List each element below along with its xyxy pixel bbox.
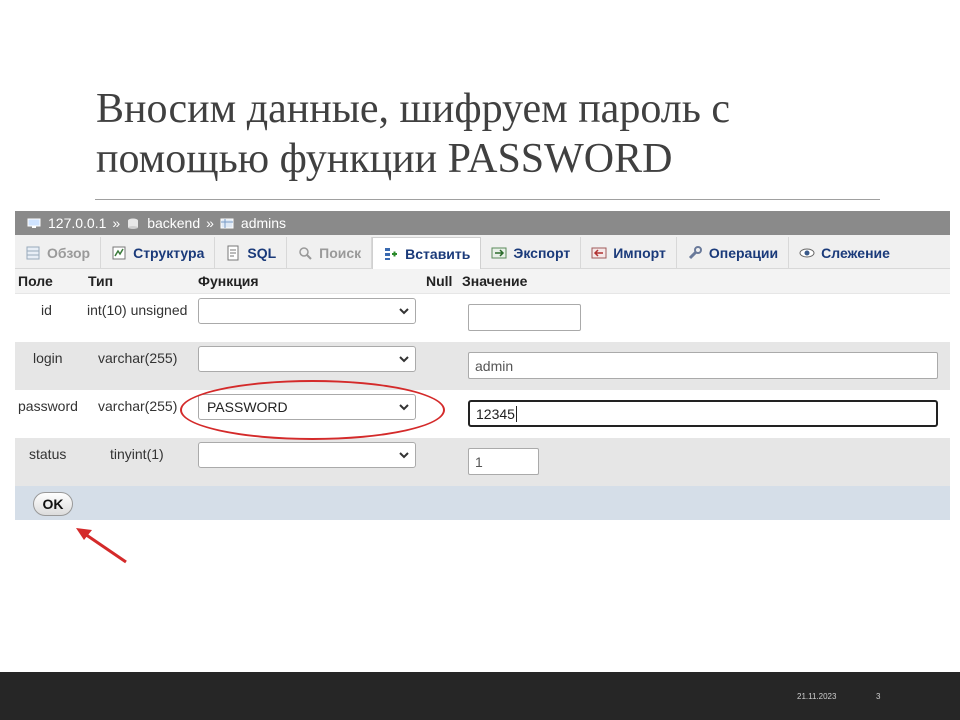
form-footer: OK: [15, 486, 950, 520]
ok-button[interactable]: OK: [33, 492, 73, 516]
breadcrumb-server[interactable]: 127.0.0.1: [48, 215, 106, 231]
field-type: tinyint(1): [110, 446, 164, 462]
slide-title-line-1: Вносим данные, шифруем пароль с: [96, 86, 731, 132]
function-select[interactable]: [198, 346, 416, 372]
slide-date: 21.11.2023: [797, 692, 837, 701]
tab-label: Экспорт: [513, 245, 571, 261]
function-select[interactable]: [198, 298, 416, 324]
tab-search[interactable]: Поиск: [287, 237, 373, 269]
eye-icon: [799, 248, 815, 258]
chevron-down-icon: [399, 356, 409, 363]
breadcrumb: 127.0.0.1 » backend » admins: [15, 211, 950, 235]
server-icon: [27, 218, 41, 228]
annotation-arrow: [76, 528, 127, 564]
chevron-down-icon: [399, 308, 409, 315]
tab-label: Структура: [133, 245, 205, 261]
export-icon: [491, 247, 507, 259]
field-name: id: [41, 302, 52, 318]
tab-label: Импорт: [613, 245, 666, 261]
field-type: varchar(255): [98, 350, 178, 366]
table-row: status tinyint(1) 1: [15, 438, 950, 486]
tab-browse[interactable]: Обзор: [15, 237, 102, 269]
text-caret: [515, 405, 517, 422]
annotation-ellipse: [180, 380, 445, 440]
field-type: varchar(255): [98, 398, 178, 414]
tab-export[interactable]: Экспорт: [481, 237, 582, 269]
table-icon: [220, 218, 234, 228]
tab-structure[interactable]: Структура: [101, 237, 216, 269]
tab-sql[interactable]: SQL: [215, 237, 288, 269]
tab-tracking[interactable]: Слежение: [789, 237, 900, 269]
tab-import[interactable]: Импорт: [581, 237, 677, 269]
slide-title: Вносим данные, шифруем пароль с помощью …: [96, 84, 886, 184]
structure-icon: [112, 246, 126, 260]
database-icon: [128, 218, 139, 229]
function-select[interactable]: [198, 442, 416, 468]
breadcrumb-separator: »: [206, 215, 214, 231]
header-function: Функция: [198, 273, 259, 289]
search-icon: [299, 247, 312, 260]
tab-label: Слежение: [821, 245, 890, 261]
value-input-text: 1: [475, 453, 483, 470]
field-name: login: [33, 350, 63, 366]
header-field: Поле: [18, 273, 53, 289]
tab-insert[interactable]: Вставить: [372, 237, 482, 269]
breadcrumb-database[interactable]: backend: [147, 215, 200, 231]
header-value: Значение: [462, 273, 528, 289]
phpmyadmin-screenshot: 127.0.0.1 » backend » admins Обзор Струк…: [15, 211, 950, 526]
tab-label: SQL: [247, 245, 277, 261]
value-input[interactable]: 1: [468, 448, 539, 475]
sql-icon: [227, 245, 239, 261]
table-row: id int(10) unsigned: [15, 294, 950, 342]
slide-page-number: 3: [876, 692, 881, 701]
tab-label: Поиск: [319, 245, 362, 261]
tab-label: Операции: [708, 245, 779, 261]
value-input-text: admin: [475, 357, 514, 374]
tab-operations[interactable]: Операции: [677, 237, 790, 269]
breadcrumb-separator: »: [112, 215, 121, 231]
wrench-icon: [688, 246, 702, 260]
value-input-text: 12345: [476, 405, 515, 422]
field-name: status: [29, 446, 67, 462]
chevron-down-icon: [399, 452, 409, 459]
tab-label: Вставить: [405, 245, 471, 262]
tab-label: Обзор: [47, 245, 91, 261]
slide-title-line-2: помощью функции PASSWORD: [96, 136, 673, 182]
browse-icon: [26, 246, 40, 260]
insert-icon: [385, 247, 398, 260]
value-input[interactable]: [468, 304, 581, 331]
field-name: password: [18, 398, 78, 414]
table-header: Поле Тип Функция Null Значение: [15, 269, 950, 294]
import-icon: [591, 247, 607, 259]
value-input[interactable]: 12345: [468, 400, 938, 427]
tab-bar: Обзор Структура SQL Поиск Вставить Экспо…: [15, 235, 950, 269]
table-row: login varchar(255) admin: [15, 342, 950, 390]
title-divider: [95, 199, 880, 200]
field-type: int(10) unsigned: [87, 302, 188, 318]
header-type: Тип: [88, 273, 114, 289]
slide-footer-bar: 21.11.2023 3: [0, 672, 960, 720]
header-null: Null: [426, 273, 453, 289]
value-input[interactable]: admin: [468, 352, 938, 379]
breadcrumb-table[interactable]: admins: [241, 215, 286, 231]
table-row: password varchar(255) PASSWORD 12345: [15, 390, 950, 438]
